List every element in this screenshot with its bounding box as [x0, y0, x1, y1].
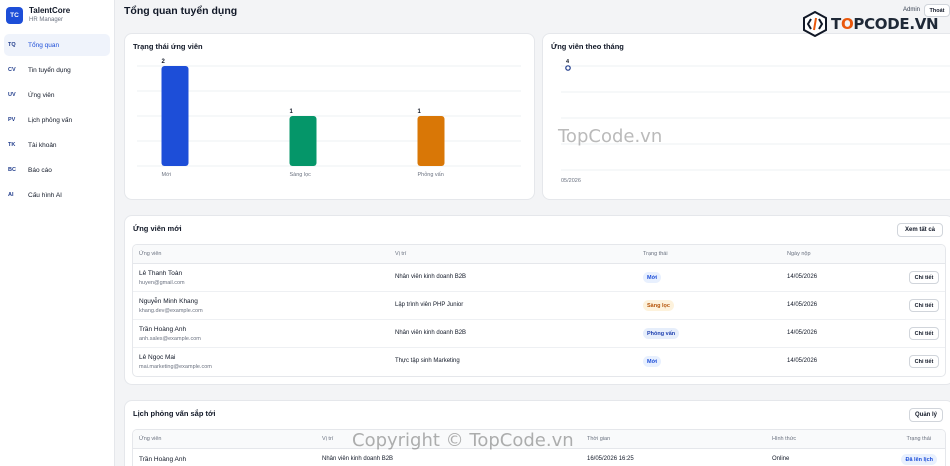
bar-value-label: 2 — [162, 59, 166, 65]
sidebar-item-accounts[interactable]: TK Tài khoản — [4, 134, 110, 156]
applied-date: 14/05/2026 — [787, 302, 818, 308]
candidate-status-chart: 2 Mới 1 Sàng lọc 1 Phỏng vấn — [137, 59, 521, 178]
new-candidates-card: Ứng viên mới Xem tất cả Ứng viên Vị trí … — [124, 215, 950, 385]
brand: TC TalentCore HR Manager — [0, 0, 114, 30]
candidate-position: Thực tập sinh Marketing — [395, 358, 460, 364]
app-logo: TC — [6, 6, 23, 24]
interview-mode: Online — [772, 456, 790, 462]
status-badge: Đã lên lịch — [901, 454, 937, 465]
column-header: Vị trí — [395, 251, 407, 257]
topcode-logo-text: TOPCODE.VN — [831, 15, 939, 33]
detail-button[interactable]: Chi tiết — [909, 271, 939, 284]
monthly-candidates-chart-card: Ứng viên theo tháng 4 05/2026 — [542, 33, 950, 200]
candidate-email: khang.dev@example.com — [139, 308, 203, 314]
section-title: Ứng viên mới — [133, 224, 182, 233]
candidate-position: Nhân viên kinh doanh B2B — [395, 274, 467, 280]
status-badge: Mới — [643, 272, 662, 283]
reports-icon: BC — [8, 167, 16, 173]
category-label: Mới — [162, 172, 171, 178]
column-header: Trạng thái — [906, 436, 931, 442]
candidate-position: Lập trình viên PHP Junior — [395, 302, 464, 308]
data-point — [565, 65, 571, 71]
applied-date: 14/05/2026 — [787, 274, 818, 280]
sidebar-item-interviews[interactable]: PV Lịch phỏng vấn — [4, 109, 110, 131]
interview-position: Nhân viên kinh doanh B2B — [322, 456, 394, 462]
table-row: Nguyễn Minh Khang khang.dev@example.com … — [133, 292, 945, 320]
overview-icon: TQ — [8, 42, 16, 48]
detail-button[interactable]: Chi tiết — [909, 355, 939, 368]
bar-0 — [161, 66, 189, 166]
sidebar-item-reports[interactable]: BC Báo cáo — [4, 159, 110, 181]
sidebar-nav: TQ Tổng quan CV Tin tuyển dụng UV Ứng vi… — [0, 34, 114, 206]
monthly-candidates-chart: 4 05/2026 — [561, 59, 950, 184]
sidebar-item-jobs[interactable]: CV Tin tuyển dụng — [4, 59, 110, 81]
sidebar-item-label: Ứng viên — [28, 91, 55, 99]
app-name: TalentCore — [29, 6, 71, 15]
table-row: Trần Hoàng Anh anh.sales@example.com Nhâ… — [133, 320, 945, 348]
status-badge: Mới — [643, 356, 662, 367]
status-badge: Phỏng vấn — [643, 328, 680, 339]
column-header: Trạng thái — [643, 251, 668, 257]
manage-button[interactable]: Quản lý — [909, 408, 943, 422]
table-row: Lê Ngọc Mai mai.marketing@example.com Th… — [133, 348, 945, 376]
watermark-text: TopCode.vn — [558, 126, 663, 147]
detail-button[interactable]: Chi tiết — [909, 299, 939, 312]
candidate-name: Lê Thanh Toàn — [139, 270, 183, 277]
detail-button[interactable]: Chi tiết — [909, 327, 939, 340]
sidebar-item-label: Báo cáo — [28, 166, 52, 174]
status-badge: Sàng lọc — [643, 300, 674, 311]
x-tick-label: 05/2026 — [561, 178, 581, 184]
jobs-icon: CV — [8, 67, 16, 73]
point-value-label: 4 — [566, 59, 570, 65]
category-label: Sàng lọc — [290, 172, 312, 178]
accounts-icon: TK — [8, 142, 16, 148]
table-row: Trần Hoàng Anh Nhân viên kinh doanh B2B … — [133, 449, 945, 466]
candidate-email: mai.marketing@example.com — [139, 364, 212, 370]
candidates-table: Ứng viên Vị trí Trạng thái Ngày nộp Lê T… — [132, 244, 946, 377]
candidate-email: huyen@gmail.com — [139, 280, 185, 286]
table-header: Ứng viên Vị trí Trạng thái Ngày nộp — [133, 245, 945, 264]
candidate-position: Nhân viên kinh doanh B2B — [395, 330, 467, 336]
app-subtitle: HR Manager — [29, 17, 64, 23]
sidebar-item-label: Cấu hình AI — [28, 191, 62, 199]
bar-value-label: 1 — [418, 109, 422, 115]
copyright-watermark: Copyright © TopCode.vn — [352, 430, 574, 451]
view-all-button[interactable]: Xem tất cả — [897, 223, 943, 237]
table-row: Lê Thanh Toàn huyen@gmail.com Nhân viên … — [133, 264, 945, 292]
bar-1 — [289, 116, 317, 166]
sidebar-item-label: Lịch phỏng vấn — [28, 116, 73, 124]
sidebar-item-ai-config[interactable]: AI Cấu hình AI — [4, 184, 110, 206]
column-header: Thời gian — [587, 436, 611, 442]
sidebar-item-label: Tin tuyển dụng — [28, 66, 71, 74]
column-header: Ngày nộp — [787, 251, 811, 257]
sidebar-item-label: Tổng quan — [28, 41, 60, 49]
candidate-status-chart-card: Trạng thái ứng viên 2 Mới 1 Sàng lọc 1 Phỏng … — [124, 33, 535, 200]
applied-date: 14/05/2026 — [787, 358, 818, 364]
column-header: Ứng viên — [139, 251, 162, 257]
candidates-icon: UV — [8, 92, 16, 98]
topcode-logo-icon — [803, 11, 827, 37]
column-header: Ứng viên — [139, 436, 162, 442]
sidebar-item-label: Tài khoản — [28, 141, 57, 149]
candidate-name: Nguyễn Minh Khang — [139, 298, 198, 305]
candidate-name: Trần Hoàng Anh — [139, 326, 187, 333]
category-label: Phỏng vấn — [418, 171, 444, 178]
bar-2 — [417, 116, 445, 166]
candidate-email: anh.sales@example.com — [139, 336, 201, 342]
topcode-logo: TOPCODE.VN — [802, 11, 939, 37]
column-header: Vị trí — [322, 436, 334, 442]
sidebar: TC TalentCore HR Manager TQ Tổng quan CV… — [0, 0, 115, 466]
sidebar-item-candidates[interactable]: UV Ứng viên — [4, 84, 110, 106]
bar-value-label: 1 — [290, 109, 294, 115]
interviews-icon: PV — [8, 117, 16, 123]
column-header: Hình thức — [772, 436, 797, 442]
interview-time: 16/05/2026 16:25 — [587, 456, 634, 462]
section-title: Lịch phỏng vấn sắp tới — [133, 409, 216, 418]
sidebar-item-overview[interactable]: TQ Tổng quan — [4, 34, 110, 56]
ai-config-icon: AI — [8, 192, 14, 198]
applied-date: 14/05/2026 — [787, 330, 818, 336]
candidate-name: Lê Ngọc Mai — [139, 354, 176, 361]
candidate-name: Trần Hoàng Anh — [139, 456, 187, 463]
page-title: Tổng quan tuyển dụng — [124, 5, 238, 17]
